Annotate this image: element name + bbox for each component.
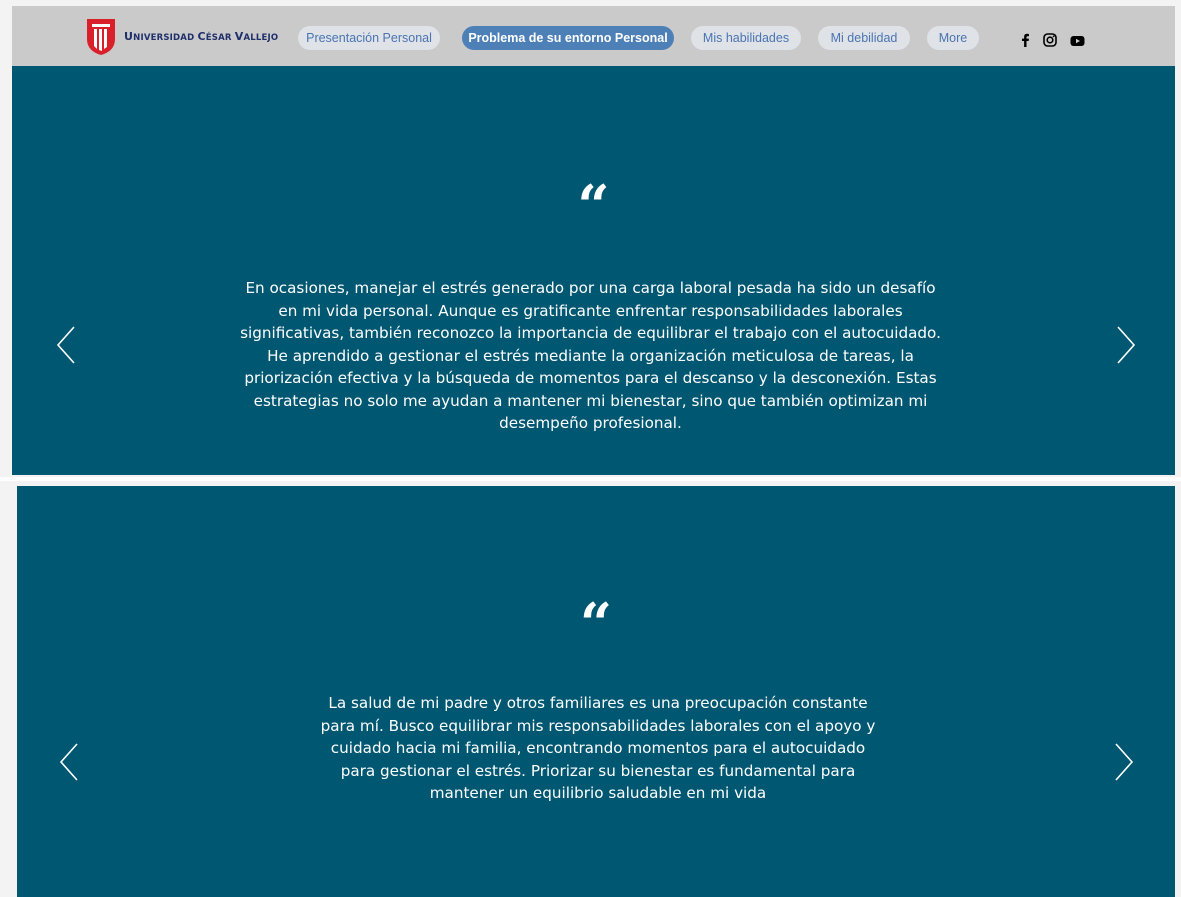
quote-mark: “: [577, 173, 610, 239]
shield-logo-icon: [87, 19, 115, 55]
testimonial-slide-2: “ La salud de mi padre y otros familiare…: [17, 486, 1175, 897]
nav-item-habilidades[interactable]: Mis habilidades: [691, 26, 801, 50]
logo-initial-v: V: [234, 29, 244, 43]
nav-item-problema[interactable]: Problema de su entorno Personal: [462, 26, 674, 50]
slide-quote-text: La salud de mi padre y otros familiares …: [320, 694, 876, 802]
nav-item-debilidad[interactable]: Mi debilidad: [818, 26, 910, 50]
screenshot-bottom: “ La salud de mi padre y otros familiare…: [0, 481, 1181, 897]
social-bar: [1020, 32, 1098, 51]
screenshot-top: UNIVERSIDAD CÉSAR VALLEJO Presentación P…: [0, 0, 1181, 477]
logo-text: UNIVERSIDAD CÉSAR VALLEJO: [124, 30, 278, 43]
youtube-icon[interactable]: [1070, 32, 1085, 51]
university-logo[interactable]: UNIVERSIDAD CÉSAR VALLEJO: [86, 16, 278, 56]
prev-slide-button[interactable]: [54, 325, 80, 365]
site-header: UNIVERSIDAD CÉSAR VALLEJO Presentación P…: [12, 6, 1175, 66]
logo-word-vallejo: ALLEJO: [243, 32, 279, 43]
chevron-right-icon: [1115, 743, 1134, 781]
chevron-left-icon: [59, 743, 78, 781]
logo-word-universidad: NIVERSIDAD: [133, 32, 198, 43]
facebook-icon[interactable]: [1020, 32, 1030, 51]
logo-word-cesar: ÉSAR: [205, 32, 235, 43]
testimonial-slide-1: “ En ocasiones, manejar el estrés genera…: [12, 66, 1175, 475]
next-slide-button[interactable]: [1112, 325, 1138, 365]
logo-initial-u: U: [124, 29, 134, 43]
slide-quote-text: En ocasiones, manejar el estrés generado…: [240, 279, 941, 432]
logo-initial-c: C: [197, 29, 206, 43]
quote-mark: “: [579, 591, 613, 657]
nav-item-presentacion[interactable]: Presentación Personal: [298, 26, 440, 50]
chevron-right-icon: [1117, 326, 1136, 364]
prev-slide-button[interactable]: [57, 742, 83, 782]
instagram-icon[interactable]: [1043, 32, 1057, 51]
chevron-left-icon: [56, 326, 75, 364]
next-slide-button[interactable]: [1110, 742, 1136, 782]
nav-item-more[interactable]: More: [927, 26, 979, 50]
